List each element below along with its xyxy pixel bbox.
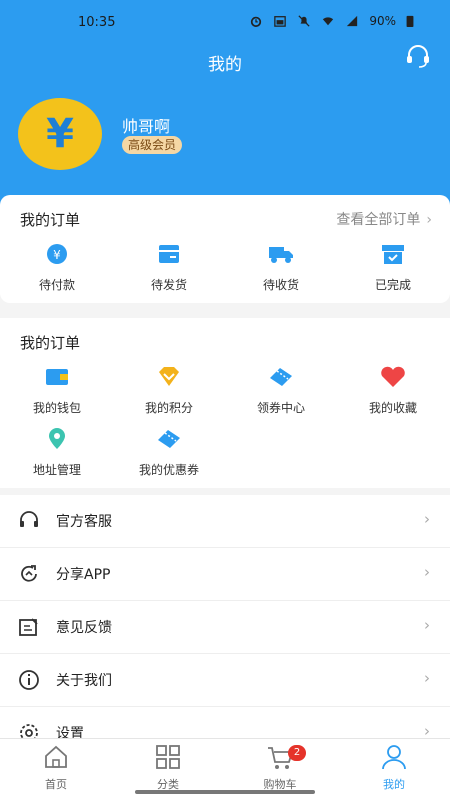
info-icon — [19, 670, 39, 690]
tab-label: 首页 — [45, 778, 67, 791]
yuan-coin-icon: ¥ — [47, 244, 67, 264]
gem-icon — [159, 367, 179, 386]
view-all-orders-label: 查看全部订单 — [336, 212, 421, 228]
home-icon — [45, 745, 67, 768]
menu-feedback[interactable]: 意见反馈 › — [0, 601, 450, 654]
order-status-label: 已完成 — [374, 278, 411, 292]
ticket-icon — [270, 368, 292, 386]
member-level-badge: 高级会员 — [122, 136, 183, 154]
svg-text:¥: ¥ — [53, 248, 61, 262]
services-title: 我的订单 — [20, 334, 81, 352]
location-pin-icon — [49, 428, 65, 449]
tab-category[interactable]: 分类 — [128, 743, 208, 792]
profile-header: 10:35 90% 我的 ¥ 帅哥啊 高级会员 — [0, 0, 450, 215]
order-status-label: 待发货 — [150, 278, 187, 292]
battery-icon — [406, 15, 414, 27]
service-label: 我的优惠券 — [138, 463, 199, 477]
menu-customer-service[interactable]: 官方客服 › — [0, 495, 450, 548]
status-time: 10:35 — [78, 15, 116, 30]
avatar-symbol: ¥ — [46, 111, 74, 157]
service-label: 领券中心 — [256, 401, 305, 415]
menu-label: 关于我们 — [56, 673, 112, 689]
share-icon — [21, 565, 37, 582]
chevron-right-icon: › — [426, 212, 432, 228]
grid-icon — [156, 745, 180, 769]
wallet-icon — [46, 369, 68, 385]
order-status-pending-receipt[interactable]: 待收货 — [236, 243, 326, 293]
wifi-icon — [323, 17, 334, 26]
status-bar: 10:35 90% — [0, 0, 450, 44]
orders-title: 我的订单 — [20, 211, 81, 229]
battery-percent: 90% — [369, 14, 396, 28]
calendar-icon — [274, 16, 287, 27]
service-favorites[interactable]: 我的收藏 — [348, 366, 438, 416]
heart-icon — [381, 366, 405, 387]
customer-service-icon[interactable] — [405, 43, 431, 69]
service-label: 我的钱包 — [32, 401, 81, 415]
service-address[interactable]: 地址管理 — [12, 428, 102, 478]
tab-mine[interactable]: 我的 — [354, 743, 434, 792]
menu-about-us[interactable]: 关于我们 › — [0, 654, 450, 707]
truck-icon — [269, 247, 293, 263]
menu-settings[interactable]: 设置 › — [0, 707, 450, 740]
chevron-right-icon: › — [424, 563, 430, 581]
menu-share-app[interactable]: 分享APP › — [0, 548, 450, 601]
service-label: 地址管理 — [32, 463, 81, 477]
home-indicator — [135, 790, 315, 794]
service-label: 我的收藏 — [368, 401, 417, 415]
menu-label: 官方客服 — [56, 514, 112, 530]
avatar[interactable]: ¥ — [18, 98, 102, 170]
headset-icon — [20, 511, 38, 527]
mute-icon — [298, 15, 310, 27]
chevron-right-icon: › — [424, 669, 430, 687]
chevron-right-icon: › — [424, 510, 430, 528]
service-points[interactable]: 我的积分 — [124, 366, 214, 416]
service-my-coupons[interactable]: 我的优惠券 — [124, 428, 214, 478]
signal-icon — [347, 15, 358, 27]
settings-menu: 官方客服 › 分享APP › 意见反馈 › 关于我们 › 设置 › — [0, 495, 450, 740]
coupon-icon — [158, 430, 180, 448]
page-title: 我的 — [208, 55, 242, 75]
user-name: 帅哥啊 — [122, 117, 171, 136]
cart-count-badge: 2 — [288, 745, 306, 761]
chevron-right-icon: › — [424, 616, 430, 634]
order-status-pending-shipment[interactable]: 待发货 — [124, 243, 214, 293]
service-label: 我的积分 — [144, 401, 193, 415]
service-coupon-center[interactable]: 领券中心 — [236, 366, 326, 416]
package-icon — [159, 245, 179, 263]
tab-label: 我的 — [383, 778, 405, 791]
service-wallet[interactable]: 我的钱包 — [12, 366, 102, 416]
order-status-label: 待付款 — [38, 278, 75, 292]
orders-card: 我的订单 查看全部订单 › ¥ 待付款 待发货 待收货 已完成 — [0, 195, 450, 303]
view-all-orders-link[interactable]: 查看全部订单 › — [336, 209, 432, 229]
tab-home[interactable]: 首页 — [16, 743, 96, 792]
order-status-label: 待收货 — [262, 278, 299, 292]
order-status-completed[interactable]: 已完成 — [348, 243, 438, 293]
menu-label: 分享APP — [56, 567, 111, 583]
order-status-pending-payment[interactable]: ¥ 待付款 — [12, 243, 102, 293]
tab-cart[interactable]: 购物车 2 — [240, 743, 320, 792]
services-card: 我的订单 我的钱包 我的积分 领券中心 我的收藏 地址管理 我的优惠券 — [0, 318, 450, 488]
alarm-icon — [251, 16, 262, 27]
user-icon — [382, 745, 406, 770]
box-check-icon — [382, 245, 404, 264]
feedback-icon — [19, 618, 38, 636]
menu-label: 意见反馈 — [56, 620, 112, 636]
